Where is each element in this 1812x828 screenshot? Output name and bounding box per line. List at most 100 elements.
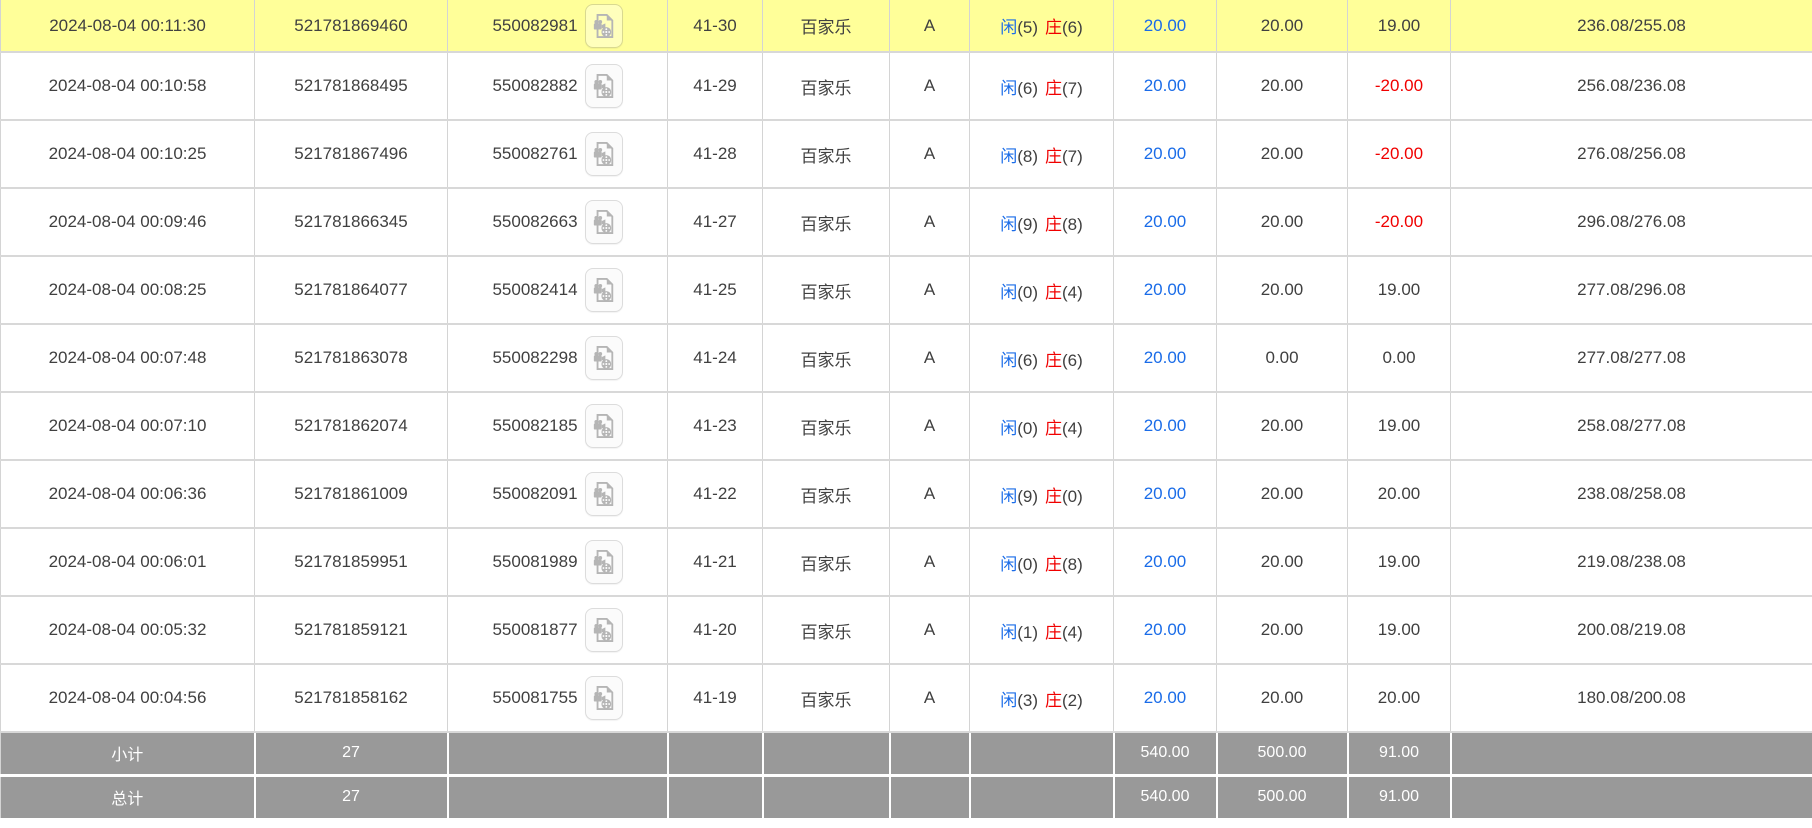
banker-result-points: (4) [1062, 623, 1083, 642]
cell-table-code: A [890, 52, 970, 120]
video-replay-button[interactable] [585, 4, 623, 48]
table-row[interactable]: 2024-08-04 00:10:25 521781867496 5500827… [1, 120, 1812, 188]
banker-result-points: (7) [1062, 79, 1083, 98]
cell-table-code: A [890, 188, 970, 256]
video-replay-button[interactable] [585, 64, 623, 108]
player-result-label: 闲 [1000, 419, 1017, 438]
player-result-label: 闲 [1000, 351, 1017, 370]
table-row[interactable]: 2024-08-04 00:04:56 521781858162 5500817… [1, 664, 1812, 732]
video-replay-icon [592, 276, 616, 304]
cell-bet-amount: 20.00 [1114, 256, 1217, 324]
cell-valid-amount: 20.00 [1217, 256, 1348, 324]
cell-bet-amount: 20.00 [1114, 0, 1217, 52]
player-result-label: 闲 [1000, 147, 1017, 166]
cell-game-id: 550082414 [448, 256, 668, 324]
game-id-text: 550082882 [492, 76, 577, 95]
player-result-points: (9) [1017, 215, 1038, 234]
banker-result-points: (4) [1062, 419, 1083, 438]
cell-game-result: 闲(1)庄(4) [970, 596, 1114, 664]
summary-empty-cell [1451, 732, 1812, 775]
cell-table-code: A [890, 664, 970, 732]
cell-game-result: 闲(8)庄(7) [970, 120, 1114, 188]
cell-valid-amount: 20.00 [1217, 188, 1348, 256]
summary-empty-cell [1451, 775, 1812, 818]
cell-round-number: 41-21 [668, 528, 763, 596]
cell-bet-time: 2024-08-04 00:07:10 [1, 392, 255, 460]
table-row[interactable]: 2024-08-04 00:09:46 521781866345 5500826… [1, 188, 1812, 256]
cell-balance: 219.08/238.08 [1451, 528, 1812, 596]
summary-empty-cell [668, 732, 763, 775]
cell-game-result: 闲(9)庄(0) [970, 460, 1114, 528]
video-replay-button[interactable] [585, 404, 623, 448]
table-row[interactable]: 2024-08-04 00:05:32 521781859121 5500818… [1, 596, 1812, 664]
banker-result-label: 庄 [1045, 691, 1062, 710]
cell-win-loss: -20.00 [1348, 120, 1451, 188]
cell-table-code: A [890, 528, 970, 596]
banker-result-label: 庄 [1045, 79, 1062, 98]
table-row[interactable]: 2024-08-04 00:07:10 521781862074 5500821… [1, 392, 1812, 460]
game-id-text: 550081755 [492, 688, 577, 707]
cell-balance: 258.08/277.08 [1451, 392, 1812, 460]
video-replay-button[interactable] [585, 268, 623, 312]
table-row[interactable]: 2024-08-04 00:06:36 521781861009 5500820… [1, 460, 1812, 528]
video-replay-icon [592, 684, 616, 712]
cell-bet-amount: 20.00 [1114, 460, 1217, 528]
banker-result-label: 庄 [1045, 147, 1062, 166]
cell-round-number: 41-22 [668, 460, 763, 528]
video-replay-icon [592, 208, 616, 236]
cell-table-code: A [890, 460, 970, 528]
cell-game-result: 闲(5)庄(6) [970, 0, 1114, 52]
cell-valid-amount: 20.00 [1217, 392, 1348, 460]
banker-result-points: (4) [1062, 283, 1083, 302]
video-replay-button[interactable] [585, 472, 623, 516]
summary-bet-total: 540.00 [1114, 732, 1217, 775]
cell-game-id: 550082882 [448, 52, 668, 120]
cell-bet-amount: 20.00 [1114, 188, 1217, 256]
game-id-text: 550081877 [492, 620, 577, 639]
banker-result-points: (8) [1062, 555, 1083, 574]
cell-win-loss: 19.00 [1348, 256, 1451, 324]
cell-bet-time: 2024-08-04 00:07:48 [1, 324, 255, 392]
cell-win-loss: 19.00 [1348, 392, 1451, 460]
cell-bet-time: 2024-08-04 00:06:36 [1, 460, 255, 528]
player-result-label: 闲 [1000, 623, 1017, 642]
cell-balance: 200.08/219.08 [1451, 596, 1812, 664]
summary-empty-cell [890, 732, 970, 775]
cell-bet-time: 2024-08-04 00:05:32 [1, 596, 255, 664]
player-result-points: (1) [1017, 623, 1038, 642]
cell-round-number: 41-29 [668, 52, 763, 120]
cell-game-result: 闲(6)庄(6) [970, 324, 1114, 392]
cell-game-id: 550081755 [448, 664, 668, 732]
player-result-label: 闲 [1000, 79, 1017, 98]
cell-table-code: A [890, 596, 970, 664]
video-replay-icon [592, 344, 616, 372]
summary-empty-cell [970, 775, 1114, 818]
summary-valid-total: 500.00 [1217, 732, 1348, 775]
records-body: 2024-08-04 00:11:30 521781869460 5500829… [1, 0, 1812, 732]
cell-game-id: 550082091 [448, 460, 668, 528]
cell-bet-time: 2024-08-04 00:10:25 [1, 120, 255, 188]
table-row[interactable]: 2024-08-04 00:11:30 521781869460 5500829… [1, 0, 1812, 52]
cell-order-id: 521781867496 [255, 120, 448, 188]
video-replay-button[interactable] [585, 676, 623, 720]
cell-round-number: 41-27 [668, 188, 763, 256]
table-row[interactable]: 2024-08-04 00:06:01 521781859951 5500819… [1, 528, 1812, 596]
cell-bet-amount: 20.00 [1114, 324, 1217, 392]
cell-balance: 276.08/256.08 [1451, 120, 1812, 188]
table-row[interactable]: 2024-08-04 00:08:25 521781864077 5500824… [1, 256, 1812, 324]
video-replay-button[interactable] [585, 200, 623, 244]
table-row[interactable]: 2024-08-04 00:10:58 521781868495 5500828… [1, 52, 1812, 120]
video-replay-icon [592, 616, 616, 644]
player-result-points: (6) [1017, 79, 1038, 98]
video-replay-button[interactable] [585, 336, 623, 380]
video-replay-button[interactable] [585, 540, 623, 584]
video-replay-button[interactable] [585, 608, 623, 652]
video-replay-icon [592, 12, 616, 40]
table-row[interactable]: 2024-08-04 00:07:48 521781863078 5500822… [1, 324, 1812, 392]
video-replay-icon [592, 140, 616, 168]
cell-table-code: A [890, 120, 970, 188]
summary-label: 小计 [1, 732, 255, 775]
video-replay-button[interactable] [585, 132, 623, 176]
cell-game-result: 闲(0)庄(4) [970, 256, 1114, 324]
cell-win-loss: 20.00 [1348, 460, 1451, 528]
